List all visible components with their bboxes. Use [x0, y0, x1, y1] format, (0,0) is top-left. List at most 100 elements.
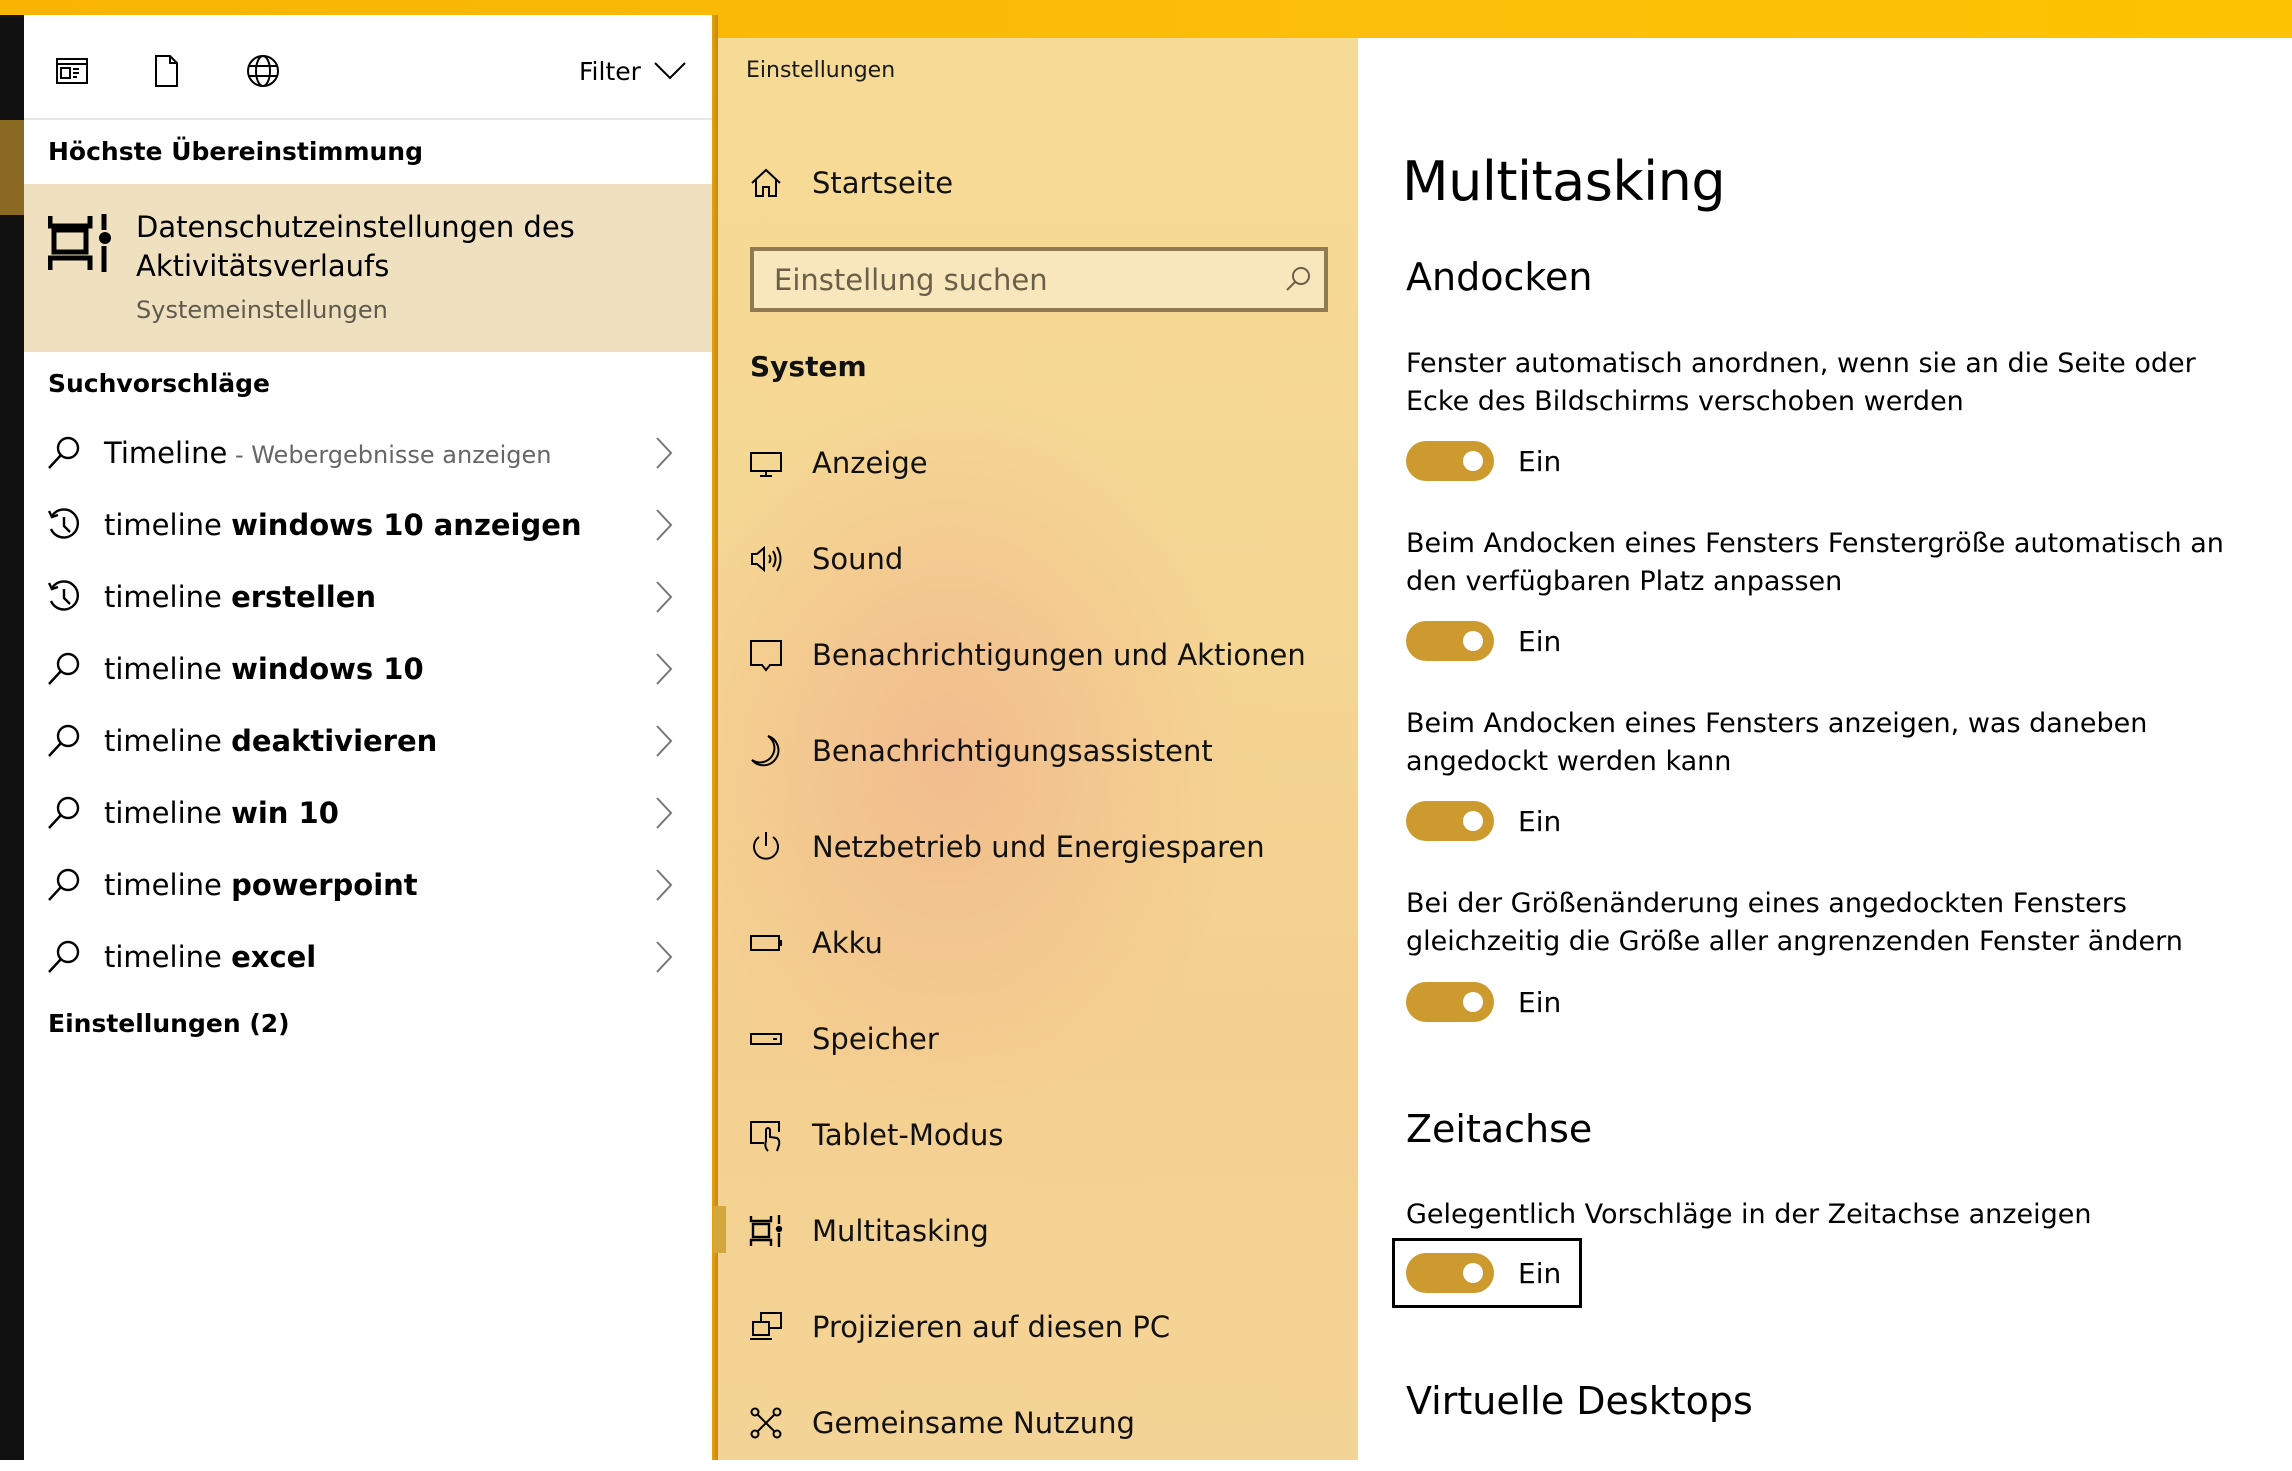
suggestion-item[interactable]: Timeline - Webergebnisse anzeigen: [24, 417, 712, 489]
toggle-state-label: Ein: [1518, 1256, 1562, 1290]
page-title: Multitasking: [1402, 150, 1726, 213]
search-icon: [48, 436, 80, 469]
search-icon[interactable]: [1284, 265, 1312, 293]
chevron-right-icon[interactable]: [654, 651, 674, 687]
nav-section-system: System: [750, 350, 867, 383]
nav-item-projizieren-auf-diesen-pc[interactable]: Projizieren auf diesen PC: [718, 1279, 1358, 1375]
suggestion-hint: - Webergebnisse anzeigen: [227, 441, 552, 469]
search-icon: [48, 868, 80, 901]
nav-item-speicher[interactable]: Speicher: [718, 991, 1358, 1087]
suggestion-completion: windows 10 anzeigen: [231, 508, 582, 542]
speaker-icon: [751, 545, 782, 573]
multitasking-icon: [749, 1215, 783, 1247]
toggle-switch[interactable]: [1406, 441, 1494, 481]
suggestion-query: timeline: [104, 508, 232, 542]
nav-item-label: Tablet-Modus: [812, 1118, 1004, 1152]
window-title: Einstellungen: [746, 58, 896, 83]
nav-home[interactable]: Startseite: [718, 135, 1358, 231]
settings-search-box[interactable]: [750, 247, 1328, 312]
suggestion-item[interactable]: timeline deaktivieren: [24, 705, 712, 777]
globe-icon: [247, 55, 279, 87]
setting-description: Beim Andocken eines Fensters anzeigen, w…: [1406, 708, 2148, 777]
storage-icon: [750, 1033, 782, 1045]
nav-item-label: Projizieren auf diesen PC: [812, 1310, 1171, 1344]
search-icon: [48, 652, 80, 685]
chevron-right-icon[interactable]: [654, 435, 674, 471]
suggestion-text: timeline win 10: [104, 796, 339, 830]
multitasking-icon: [48, 214, 111, 272]
apps-icon: [56, 58, 88, 84]
web-filter-button[interactable]: [245, 53, 281, 89]
toggle-knob: [1463, 811, 1483, 831]
display-icon: [750, 452, 782, 477]
tablet-mode-icon: [750, 1121, 781, 1152]
suggestion-query: timeline: [104, 580, 232, 614]
setting-description: Gelegentlich Vorschläge in der Zeitachse…: [1406, 1199, 2092, 1230]
power-icon: [753, 832, 779, 860]
toggle-switch[interactable]: [1406, 982, 1494, 1022]
suggestion-query: Timeline: [104, 436, 228, 470]
nav-item-anzeige[interactable]: Anzeige: [718, 415, 1358, 511]
suggestion-completion: win 10: [231, 796, 339, 830]
search-icon: [48, 940, 80, 973]
filter-dropdown[interactable]: Filter: [579, 51, 687, 91]
moon-icon: [751, 735, 780, 767]
nav-item-sound[interactable]: Sound: [718, 511, 1358, 607]
toggle-switch[interactable]: [1406, 621, 1494, 661]
documents-filter-button[interactable]: [148, 53, 184, 89]
suggestion-item[interactable]: timeline windows 10: [24, 633, 712, 705]
setting-description: Bei der Größenänderung eines angedockten…: [1406, 888, 2183, 957]
nav-item-label: Speicher: [812, 1022, 939, 1056]
chevron-right-icon[interactable]: [654, 723, 674, 759]
suggestion-completion: windows 10: [231, 652, 424, 686]
section-heading-zeitachse: Zeitachse: [1406, 1107, 1593, 1151]
nav-item-netzbetrieb-und-energiesparen[interactable]: Netzbetrieb und Energiesparen: [718, 799, 1358, 895]
suggestion-query: timeline: [104, 652, 232, 686]
nav-item-tablet-modus[interactable]: Tablet-Modus: [718, 1087, 1358, 1183]
suggestion-item[interactable]: timeline excel: [24, 921, 712, 993]
setting-description: Beim Andocken eines Fensters Fenstergröß…: [1406, 528, 2224, 597]
suggestion-text: timeline powerpoint: [104, 868, 418, 902]
nav-item-multitasking[interactable]: Multitasking: [718, 1183, 1358, 1279]
nav-item-benachrichtigungsassistent[interactable]: Benachrichtigungsassistent: [718, 703, 1358, 799]
settings-search-input[interactable]: [754, 251, 1274, 308]
suggestion-text: Timeline - Webergebnisse anzeigen: [104, 436, 551, 470]
best-match-result[interactable]: Datenschutzeinstellungen des Aktivitätsv…: [24, 184, 712, 352]
toggle-state-label: Ein: [1518, 444, 1562, 478]
nav-item-gemeinsame-nutzung[interactable]: Gemeinsame Nutzung: [718, 1375, 1358, 1471]
chevron-right-icon[interactable]: [654, 867, 674, 903]
toggle-knob: [1463, 992, 1483, 1012]
toggle-switch[interactable]: [1406, 801, 1494, 841]
suggestion-query: timeline: [104, 724, 232, 758]
history-icon: [47, 508, 80, 539]
best-match-title: Datenschutzeinstellungen des Aktivitätsv…: [136, 210, 575, 283]
toggle-switch[interactable]: [1406, 1253, 1494, 1293]
nav-item-benachrichtigungen-und-aktionen[interactable]: Benachrichtigungen und Aktionen: [718, 607, 1358, 703]
settings-results-heading[interactable]: Einstellungen (2): [48, 1009, 290, 1038]
apps-filter-button[interactable]: [54, 53, 90, 89]
nav-item-label: Netzbetrieb und Energiesparen: [812, 830, 1265, 864]
chevron-right-icon[interactable]: [654, 939, 674, 975]
nav-item-akku[interactable]: Akku: [718, 895, 1358, 991]
nav-home-label: Startseite: [812, 166, 954, 200]
section-heading-virtual-desktops: Virtuelle Desktops: [1406, 1379, 1753, 1423]
suggestion-item[interactable]: timeline erstellen: [24, 561, 712, 633]
setting-toggle-row: Ein: [1406, 801, 1561, 841]
taskbar-active-indicator: [0, 120, 24, 215]
suggestion-completion: excel: [231, 940, 317, 974]
suggestion-item[interactable]: timeline powerpoint: [24, 849, 712, 921]
nav-item-label: Multitasking: [812, 1214, 989, 1248]
setting-toggle-row: Ein: [1406, 982, 1561, 1022]
nav-item-label: Anzeige: [812, 446, 928, 480]
chevron-right-icon[interactable]: [654, 579, 674, 615]
suggestion-text: timeline erstellen: [104, 580, 376, 614]
setting-toggle-row: Ein: [1406, 621, 1561, 661]
chevron-right-icon[interactable]: [654, 507, 674, 543]
shared-experiences-icon: [750, 1407, 782, 1439]
suggestion-item[interactable]: timeline windows 10 anzeigen: [24, 489, 712, 561]
suggestion-item[interactable]: timeline win 10: [24, 777, 712, 849]
chevron-right-icon[interactable]: [654, 795, 674, 831]
toggle-knob: [1463, 631, 1483, 651]
document-icon: [155, 55, 178, 87]
nav-item-label: Akku: [812, 926, 883, 960]
